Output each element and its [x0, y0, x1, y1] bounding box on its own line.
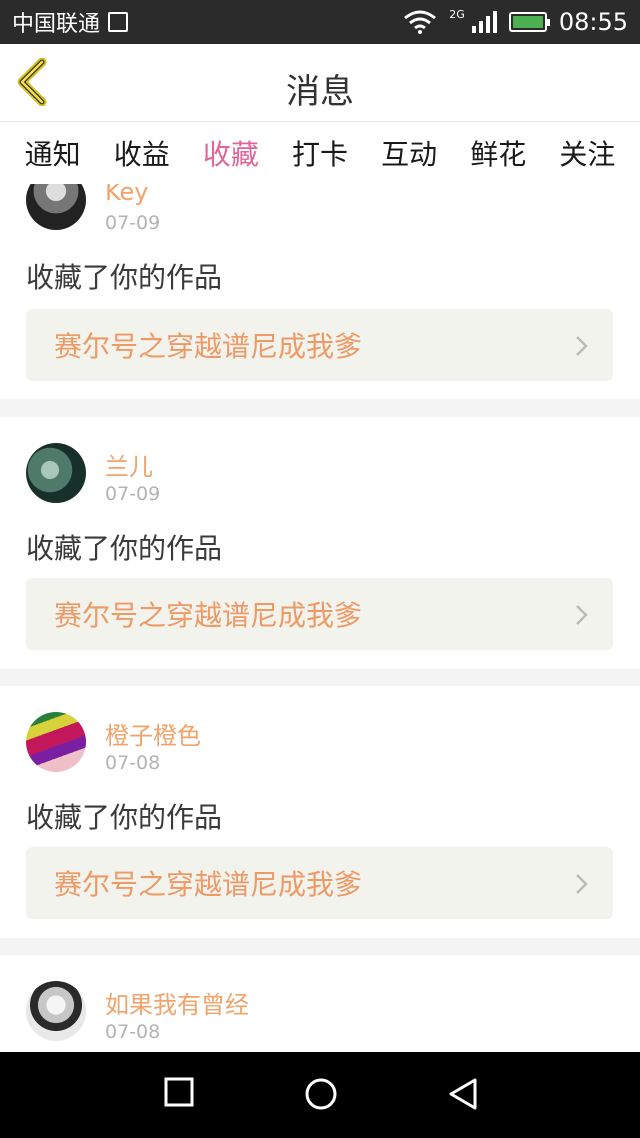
user-name[interactable]: 兰儿	[105, 447, 153, 482]
back-nav-button[interactable]	[447, 1077, 479, 1111]
message-date: 07-09	[105, 212, 161, 234]
app-header: 消息	[0, 44, 640, 122]
user-name[interactable]: 橙子橙色	[105, 716, 201, 751]
chevron-right-icon	[576, 605, 588, 625]
action-text: 收藏了你的作品	[26, 532, 223, 565]
message-date: 07-08	[105, 1021, 161, 1043]
message-date: 07-08	[105, 752, 161, 774]
list-item: 兰儿 07-09 收藏了你的作品 赛尔号之穿越谱尼成我爹	[0, 417, 640, 669]
action-text: 收藏了你的作品	[26, 261, 223, 294]
page-title: 消息	[286, 72, 354, 112]
tab-checkin[interactable]: 打卡	[288, 133, 352, 173]
list-item: 橙子橙色 07-08 收藏了你的作品 赛尔号之穿越谱尼成我爹	[0, 686, 640, 938]
tab-following[interactable]: 关注	[555, 133, 619, 173]
list-item: 如果我有曾经 07-08	[0, 955, 640, 1052]
user-name[interactable]: Key	[105, 184, 149, 206]
action-text: 收藏了你的作品	[26, 801, 223, 834]
user-name[interactable]: 如果我有曾经	[105, 985, 249, 1020]
list-item: Key 07-09 收藏了你的作品 赛尔号之穿越谱尼成我爹	[0, 184, 640, 399]
system-nav-bar	[0, 1052, 640, 1138]
avatar[interactable]	[26, 981, 86, 1041]
chevron-right-icon	[576, 874, 588, 894]
status-bar: 中国联通 2G 08:55	[0, 0, 640, 44]
sim-icon	[108, 12, 129, 32]
carrier-label: 中国联通	[12, 12, 101, 37]
clock: 08:55	[558, 8, 628, 36]
avatar[interactable]	[26, 443, 86, 503]
work-link[interactable]: 赛尔号之穿越谱尼成我爹	[26, 847, 613, 919]
tab-bar: 通知 收益 收藏 打卡 互动 鲜花 关注	[0, 122, 640, 191]
tab-favorites[interactable]: 收藏	[199, 133, 263, 191]
avatar[interactable]	[26, 712, 86, 772]
message-list[interactable]: Key 07-09 收藏了你的作品 赛尔号之穿越谱尼成我爹 兰儿 07-09 收…	[0, 184, 640, 1052]
chevron-right-icon	[576, 336, 588, 356]
work-link[interactable]: 赛尔号之穿越谱尼成我爹	[26, 578, 613, 650]
network-type-label: 2G	[449, 7, 465, 21]
tab-notifications[interactable]: 通知	[21, 133, 85, 173]
recent-apps-button[interactable]	[164, 1077, 194, 1107]
tab-earnings[interactable]: 收益	[110, 133, 174, 173]
message-date: 07-09	[105, 483, 161, 505]
wifi-icon	[403, 10, 437, 34]
avatar[interactable]	[26, 184, 86, 230]
work-title: 赛尔号之穿越谱尼成我爹	[54, 330, 363, 363]
work-title: 赛尔号之穿越谱尼成我爹	[54, 868, 363, 901]
home-button[interactable]	[304, 1077, 338, 1111]
tab-interactions[interactable]: 互动	[377, 133, 441, 173]
battery-icon	[508, 12, 550, 32]
tab-flowers[interactable]: 鲜花	[466, 133, 530, 173]
work-link[interactable]: 赛尔号之穿越谱尼成我爹	[26, 309, 613, 381]
work-title: 赛尔号之穿越谱尼成我爹	[54, 599, 363, 632]
signal-icon	[471, 11, 497, 33]
